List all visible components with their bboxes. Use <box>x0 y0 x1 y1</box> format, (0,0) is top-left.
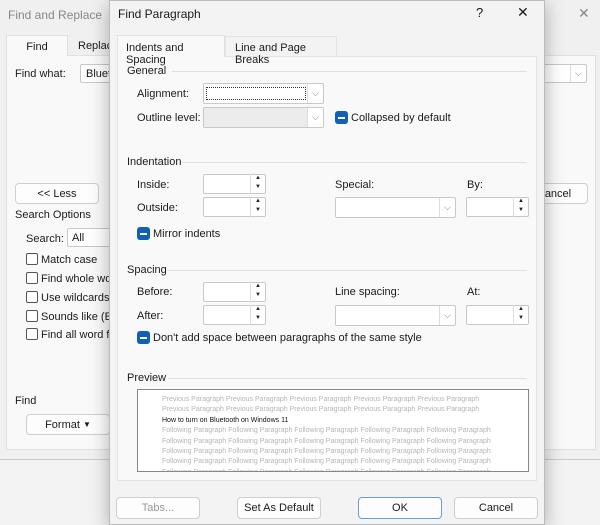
alignment-value <box>206 87 306 100</box>
line-spacing-select[interactable]: ⌵ <box>335 305 456 326</box>
preview-following: Following Paragraph Following Paragraph … <box>162 437 491 445</box>
collapsed-checkbox[interactable] <box>335 111 348 124</box>
chevron-down-icon: ⌵ <box>439 306 455 325</box>
tab-find[interactable]: Find <box>6 35 68 56</box>
at-spinner[interactable]: ▲ ▼ <box>466 305 529 325</box>
dont-add-space-checkbox[interactable] <box>137 331 150 344</box>
by-spinner[interactable]: ▲ ▼ <box>466 197 529 217</box>
preview-following: Following Paragraph Following Paragraph … <box>162 458 491 466</box>
general-heading: General <box>127 65 167 77</box>
spinner-arrows-icon[interactable]: ▲ ▼ <box>250 305 265 325</box>
before-spinner[interactable]: ▲ ▼ <box>203 282 266 302</box>
dont-add-space-label: Don't add space between paragraphs of th… <box>153 332 422 344</box>
spinner-arrows-icon[interactable]: ▲ ▼ <box>250 174 265 194</box>
outside-spinner[interactable]: ▲ ▼ <box>203 197 266 217</box>
tab-line-page-breaks[interactable]: Line and Page Breaks <box>225 36 337 66</box>
collapsed-label: Collapsed by default <box>351 112 451 124</box>
format-label: Format <box>45 418 80 431</box>
preview-previous: Previous Paragraph Previous Paragraph Pr… <box>162 396 480 403</box>
alignment-select[interactable]: ⌵ <box>203 83 324 104</box>
less-button[interactable]: << Less <box>15 183 99 204</box>
checkbox-label: Use wildcards <box>41 292 110 304</box>
caret-down-icon: ▼ <box>82 420 91 429</box>
cancel-button[interactable]: Cancel <box>454 497 538 519</box>
find-what-label: Find what: <box>15 68 66 80</box>
chevron-down-icon: ⌵ <box>307 84 323 103</box>
preview-box: Previous Paragraph Previous Paragraph Pr… <box>137 389 529 472</box>
preview-following: Following Paragraph Following Paragraph … <box>162 427 491 435</box>
chevron-down-icon[interactable]: ⌵ <box>570 65 586 82</box>
alignment-label: Alignment: <box>137 88 189 100</box>
divider <box>172 71 527 72</box>
spinner-arrows-icon[interactable]: ▲ ▼ <box>250 197 265 217</box>
inside-label: Inside: <box>137 179 170 191</box>
close-icon[interactable]: ✕ <box>578 5 590 22</box>
divider <box>182 162 527 163</box>
preview-previous: Previous Paragraph Previous Paragraph Pr… <box>162 406 480 414</box>
whole-words-checkbox[interactable] <box>26 272 38 284</box>
at-label: At: <box>467 286 481 298</box>
special-label: Special: <box>335 179 375 191</box>
search-options-heading: Search Options <box>15 209 91 221</box>
outline-level-label: Outline level: <box>137 112 201 124</box>
match-case-checkbox[interactable] <box>26 253 38 265</box>
before-label: Before: <box>137 286 173 298</box>
preview-following: Following Paragraph Following Paragraph … <box>162 468 528 471</box>
chevron-down-icon: ⌵ <box>307 108 323 127</box>
chevron-down-icon: ⌵ <box>439 198 455 217</box>
spinner-arrows-icon[interactable]: ▲ ▼ <box>250 282 265 302</box>
after-label: After: <box>137 310 164 322</box>
preview-current: How to turn on Bluetooth on Windows 11 <box>162 416 289 424</box>
checkbox-label: Match case <box>41 254 98 266</box>
spacing-heading: Spacing <box>127 264 167 276</box>
outline-level-select[interactable]: ⌵ <box>203 107 324 128</box>
ok-button[interactable]: OK <box>358 497 442 519</box>
outside-label: Outside: <box>137 202 178 214</box>
find-section-heading: Find <box>15 395 37 407</box>
wildcards-checkbox[interactable] <box>26 291 38 303</box>
after-spinner[interactable]: ▲ ▼ <box>203 305 266 325</box>
tab-indents-spacing[interactable]: Indents and Spacing <box>117 35 225 66</box>
word-forms-checkbox[interactable] <box>26 328 38 340</box>
preview-heading: Preview <box>127 372 167 384</box>
window-title: Find and Replace <box>8 8 103 22</box>
preview-following: Following Paragraph Following Paragraph … <box>162 448 491 456</box>
close-button[interactable]: ✕ <box>517 4 529 21</box>
set-as-default-button[interactable]: Set As Default <box>237 497 321 519</box>
inside-spinner[interactable]: ▲ ▼ <box>203 174 266 194</box>
indentation-heading: Indentation <box>127 156 182 168</box>
line-spacing-label: Line spacing: <box>335 286 400 298</box>
by-label: By: <box>467 179 483 191</box>
spinner-arrows-icon[interactable]: ▲ ▼ <box>513 197 528 217</box>
mirror-indents-checkbox[interactable] <box>137 227 150 240</box>
format-button[interactable]: Format ▼ <box>26 414 110 435</box>
mirror-indents-label: Mirror indents <box>153 228 221 240</box>
spinner-arrows-icon[interactable]: ▲ ▼ <box>513 305 528 325</box>
help-button[interactable]: ? <box>476 5 483 20</box>
tabs-button[interactable]: Tabs... <box>116 497 200 519</box>
dialog-title: Find Paragraph <box>118 7 201 21</box>
sounds-like-checkbox[interactable] <box>26 310 38 322</box>
divider <box>167 270 527 271</box>
special-select[interactable]: ⌵ <box>335 197 456 218</box>
divider <box>168 378 527 379</box>
search-label: Search: <box>26 233 64 245</box>
